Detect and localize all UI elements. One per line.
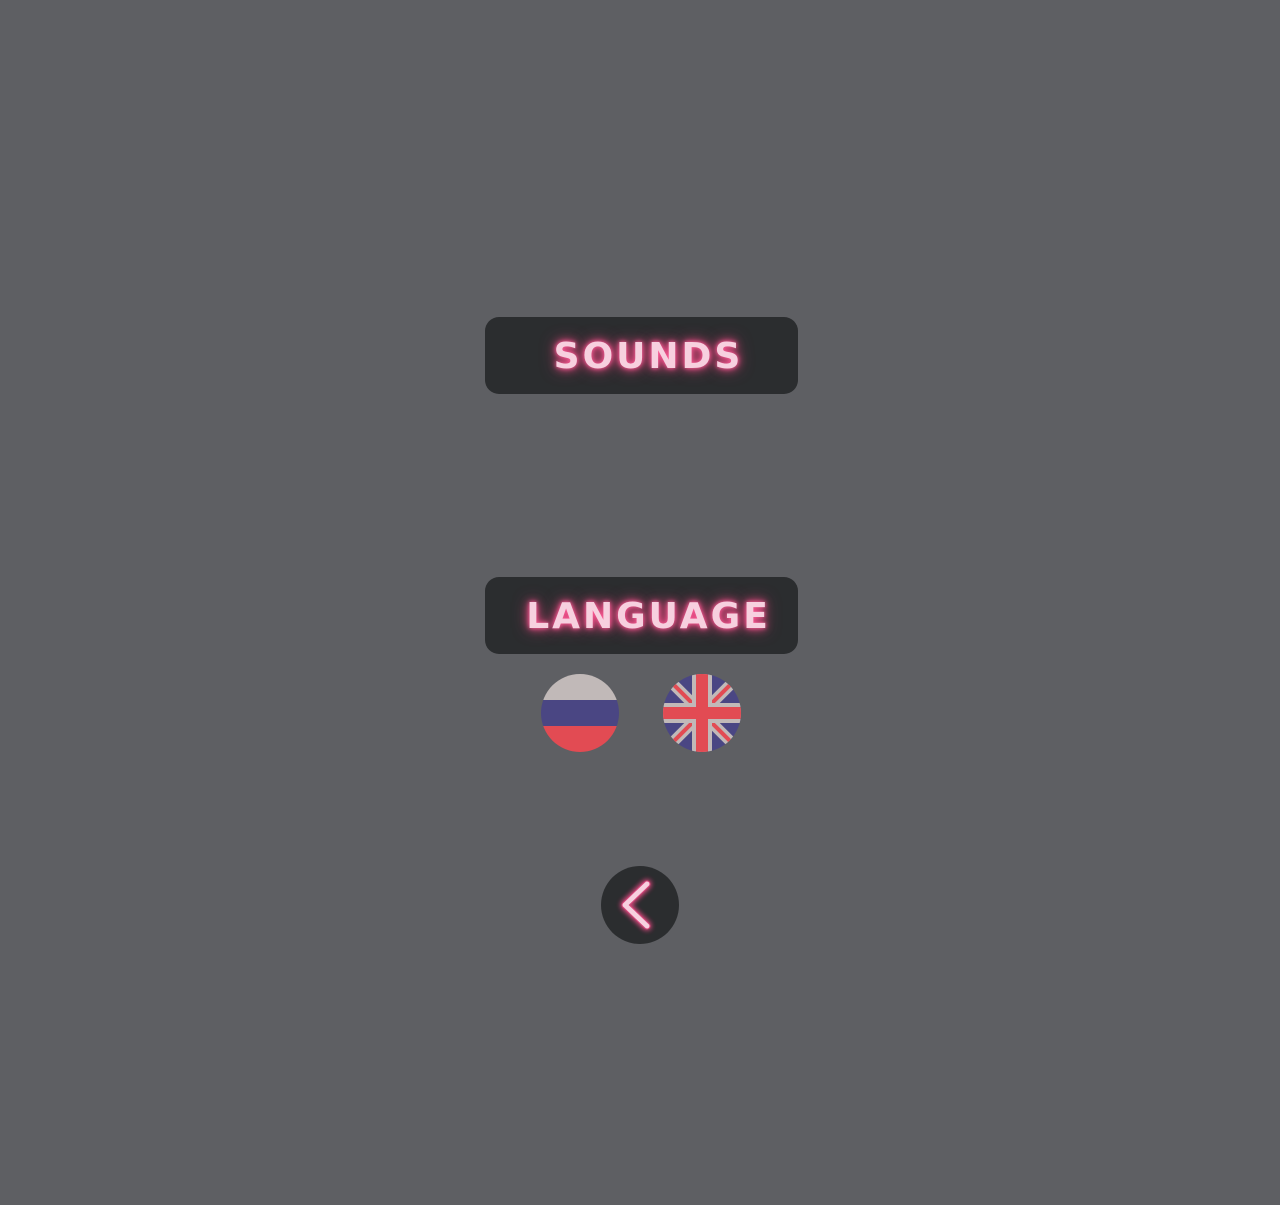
russia-flag-icon[interactable] (541, 674, 619, 752)
settings-screen: SOUNDS LANGUAGE (0, 0, 1280, 1205)
chevron-left-icon (621, 880, 651, 930)
back-button[interactable] (601, 866, 679, 944)
language-label: LANGUAGE (526, 596, 771, 637)
language-button[interactable]: LANGUAGE (485, 577, 798, 654)
uk-flag-icon[interactable] (663, 674, 741, 752)
sounds-button[interactable]: SOUNDS (485, 317, 798, 394)
russia-flag-graphic (541, 674, 619, 752)
sounds-label: SOUNDS (553, 336, 744, 377)
uk-flag-graphic (663, 674, 741, 752)
